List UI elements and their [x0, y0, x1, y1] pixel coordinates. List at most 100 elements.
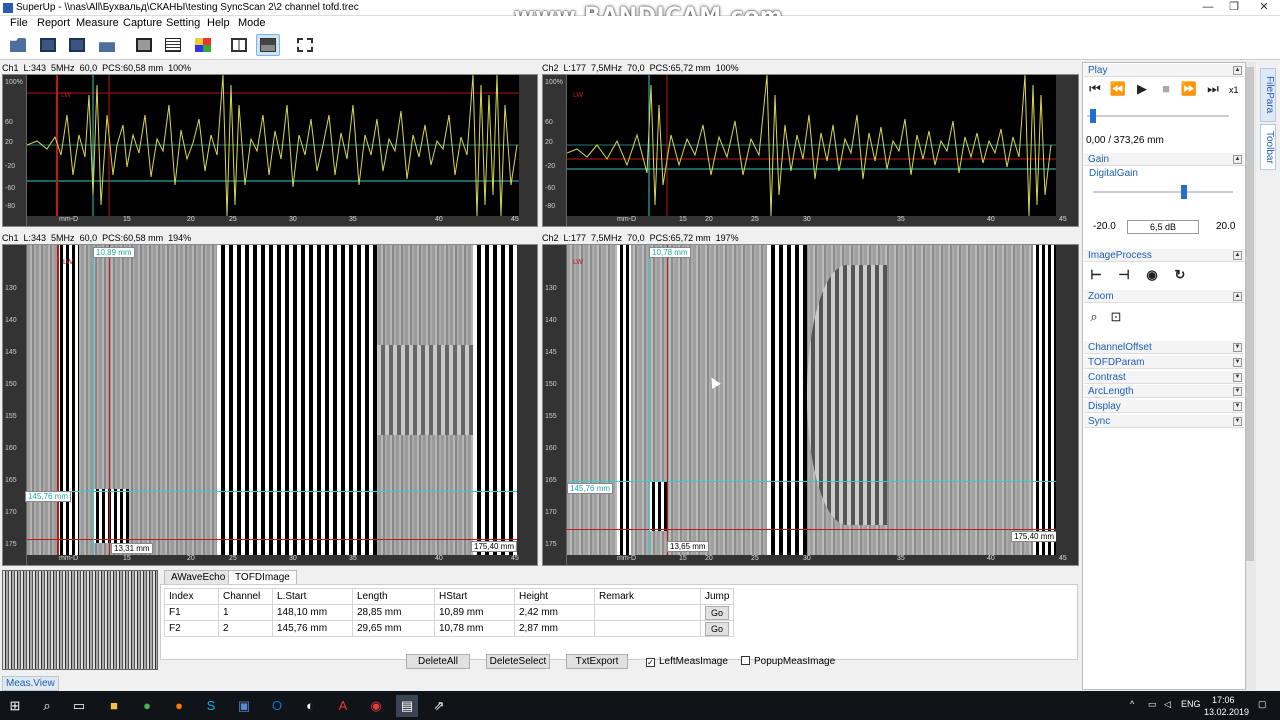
task-view-icon[interactable]: ▭ [68, 695, 90, 717]
firefox-icon[interactable]: ● [168, 695, 190, 717]
fast-forward-button[interactable]: ⏩ [1180, 81, 1198, 97]
menu-help[interactable]: Help [207, 17, 230, 29]
capture-button[interactable] [132, 34, 156, 56]
popup-meas-checkbox[interactable]: PopupMeasImage [741, 656, 835, 667]
checkbox-box[interactable]: ✓ [646, 658, 655, 667]
expand-icon[interactable]: ▼ [1233, 387, 1242, 396]
overview-minimap[interactable] [2, 570, 158, 670]
display-section[interactable]: Display ▼ [1084, 400, 1244, 413]
expand-icon[interactable]: ▼ [1233, 402, 1242, 411]
minimize-button[interactable]: — [1196, 0, 1220, 16]
tab-filepara[interactable]: FilePara [1260, 68, 1276, 122]
report-button[interactable] [161, 34, 185, 56]
save-button[interactable] [36, 34, 60, 56]
collapse-icon[interactable]: ▲ [1233, 66, 1242, 75]
scrollbar-thumb[interactable] [1246, 67, 1254, 561]
split-view-button[interactable] [227, 34, 251, 56]
skip-start-button[interactable]: ⏮ [1086, 81, 1104, 97]
play-section-header[interactable]: Play ▲ [1084, 64, 1244, 77]
record-icon[interactable]: ◉ [365, 695, 387, 717]
panel-scrollbar[interactable] [1246, 62, 1256, 690]
gain-section-header[interactable]: Gain ▲ [1084, 153, 1244, 166]
language-indicator[interactable]: ENG [1181, 699, 1201, 709]
table-row[interactable]: F1 1 148,10 mm 28,85 mm 10,89 mm 2,42 mm… [164, 604, 735, 621]
chrome-icon[interactable]: ● [136, 695, 158, 717]
open-button[interactable] [6, 34, 30, 56]
expand-icon[interactable]: ▼ [1233, 358, 1242, 367]
tray-chevron-icon[interactable]: ^ [1130, 699, 1134, 709]
focus-icon[interactable]: ◉ [1143, 267, 1161, 283]
rewind-button[interactable]: ⏪ [1109, 81, 1127, 97]
gain-slider-thumb[interactable] [1181, 185, 1188, 199]
collapse-icon[interactable]: ▲ [1233, 251, 1242, 260]
speed-label[interactable]: x1 [1229, 85, 1239, 95]
delete-all-button[interactable]: DeleteAll [406, 654, 470, 669]
checkbox-box[interactable] [741, 656, 750, 665]
rotate-icon[interactable]: ↻ [1171, 267, 1189, 283]
palette-button[interactable] [191, 34, 215, 56]
expand-icon[interactable]: ▼ [1233, 343, 1242, 352]
tofd-param-section[interactable]: TOFDParam ▼ [1084, 356, 1244, 369]
export-button[interactable] [95, 34, 119, 56]
tofd-image[interactable]: LW 10,89 mm 13,31 mm 175,40 mm [27, 245, 517, 555]
collapse-icon[interactable]: ▲ [1233, 292, 1242, 301]
stop-button[interactable]: ■ [1157, 81, 1175, 97]
save-app-icon[interactable]: ▣ [233, 695, 255, 717]
menu-mode[interactable]: Mode [238, 17, 266, 29]
app-icon[interactable]: ◐ [299, 695, 321, 717]
tab-tofd-image[interactable]: TOFDImage [228, 570, 297, 584]
superup-app-icon[interactable]: ▤ [396, 695, 418, 717]
menu-file[interactable]: File [10, 17, 28, 29]
clock-time[interactable]: 17:06 [1212, 695, 1235, 705]
collapse-icon[interactable]: ▲ [1233, 155, 1242, 164]
zoom-in-icon[interactable]: ⌕ [1085, 309, 1103, 325]
clock-date[interactable]: 13.02.2019 [1204, 707, 1249, 717]
maximize-button[interactable]: ❐ [1222, 0, 1246, 16]
meas-view-tab[interactable]: Meas.View [2, 676, 59, 691]
play-slider-thumb[interactable] [1089, 109, 1096, 123]
menu-capture[interactable]: Capture [123, 17, 162, 29]
close-button[interactable]: ✕ [1252, 0, 1276, 16]
menu-report[interactable]: Report [37, 17, 70, 29]
expand-icon[interactable]: ▼ [1233, 417, 1242, 426]
gain-value-input[interactable]: 6,5 dB [1127, 220, 1199, 234]
txt-export-button[interactable]: TxtExport [566, 654, 628, 669]
ch2-tofd-view[interactable]: 130 140 145 150 155 160 165 170 175 LW 1… [542, 244, 1079, 566]
ch1-tofd-view[interactable]: 130 140 145 150 155 160 165 170 175 LW 1… [2, 244, 538, 566]
channel-offset-section[interactable]: ChannelOffset ▼ [1084, 341, 1244, 354]
cell-remark[interactable] [594, 604, 701, 621]
zoom-fit-icon[interactable]: ⊡ [1107, 309, 1125, 325]
expand-icon[interactable]: ▼ [1233, 373, 1242, 382]
menu-measure[interactable]: Measure [76, 17, 119, 29]
save-as-button[interactable] [65, 34, 89, 56]
file-explorer-icon[interactable]: ■ [103, 695, 125, 717]
tab-toolbar[interactable]: Toolbar [1260, 124, 1276, 170]
ch2-ascan-view[interactable]: 100% 60 20 -20 -60 -80 LW mm-D 15 20 25 … [542, 74, 1079, 227]
arc-length-section[interactable]: ArcLength ▼ [1084, 385, 1244, 398]
acrobat-icon[interactable]: A [332, 695, 354, 717]
image-process-section-header[interactable]: ImageProcess ▲ [1084, 249, 1244, 262]
skype-icon[interactable]: S [200, 695, 222, 717]
table-row[interactable]: F2 2 145,76 mm 29,65 mm 10,78 mm 2,87 mm… [164, 620, 735, 637]
ch1-ascan-view[interactable]: 100% 60 20 -20 -60 -80 LW mm-D 15 20 25 … [2, 74, 538, 227]
notifications-icon[interactable]: ▢ [1258, 699, 1267, 710]
align-left-icon[interactable]: ⊢ [1087, 267, 1105, 283]
tab-awave-echo[interactable]: AWaveEcho [164, 570, 233, 584]
sync-section[interactable]: Sync ▼ [1084, 415, 1244, 428]
start-icon[interactable]: ⊞ [4, 695, 26, 717]
contrast-section[interactable]: Contrast ▼ [1084, 371, 1244, 384]
network-icon[interactable]: ▭ [1148, 699, 1157, 710]
cell-remark[interactable] [594, 620, 701, 637]
go-button[interactable]: Go [705, 605, 729, 620]
play-button[interactable]: ▶ [1133, 81, 1151, 97]
menu-setting[interactable]: Setting [166, 17, 200, 29]
outlook-icon[interactable]: O [266, 695, 288, 717]
gain-slider-track[interactable] [1093, 185, 1233, 199]
go-button[interactable]: Go [705, 621, 729, 636]
skip-end-button[interactable]: ⏭ [1204, 81, 1222, 97]
zoom-section-header[interactable]: Zoom ▲ [1084, 290, 1244, 303]
search-icon[interactable]: ⌕ [36, 695, 58, 717]
terminal-icon[interactable]: ⇗ [428, 695, 450, 717]
play-slider-track[interactable] [1087, 109, 1229, 123]
crop-button[interactable] [293, 34, 317, 56]
